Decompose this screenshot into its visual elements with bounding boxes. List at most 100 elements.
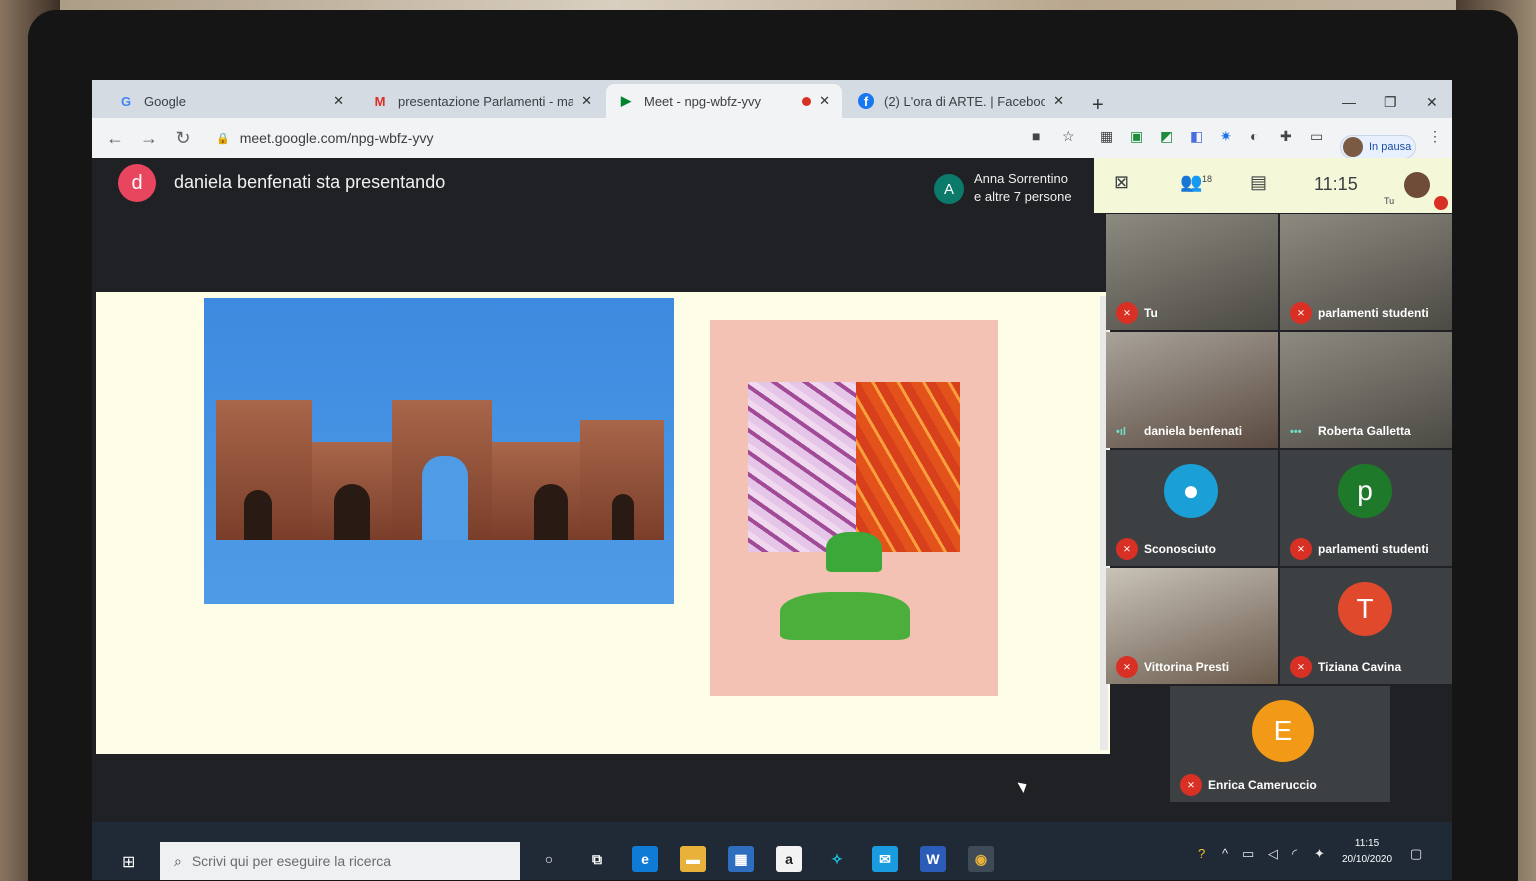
- mic-off-icon: ⨯: [1116, 302, 1138, 324]
- maximize-icon[interactable]: ❐: [1384, 94, 1397, 111]
- chrome-icon[interactable]: ◉: [968, 846, 994, 872]
- store-icon[interactable]: ▦: [728, 846, 754, 872]
- taskbar-clock[interactable]: 11:15 20/10/2020: [1342, 836, 1392, 868]
- taskbar-date: 20/10/2020: [1342, 854, 1393, 865]
- speaker-others: e altre 7 persone: [974, 189, 1072, 204]
- notification-icon[interactable]: ▢: [1410, 846, 1422, 862]
- avatar[interactable]: [1404, 172, 1430, 198]
- avatar: [1343, 137, 1363, 157]
- monitor-screen: G Google ✕ M presentazione Parlamenti - …: [92, 80, 1452, 880]
- tab-gmail[interactable]: M presentazione Parlamenti - marg ✕: [360, 84, 604, 118]
- browser-toolbar: ← → ↻ 🔒 meet.google.com/npg-wbfz-yvy: [92, 118, 1452, 158]
- close-icon[interactable]: ✕: [819, 93, 830, 109]
- participant-name: parlamenti studenti: [1318, 542, 1429, 556]
- taskbar-search[interactable]: ⌕ Scrivi qui per eseguire la ricerca: [160, 842, 520, 880]
- camera-icon[interactable]: ■: [1032, 128, 1040, 144]
- menu-icon[interactable]: ⋮: [1428, 128, 1442, 145]
- participant-tile[interactable]: ⨯ Vittorina Presti: [1106, 568, 1278, 684]
- profile-button[interactable]: In pausa: [1340, 135, 1416, 159]
- facebook-icon: f: [858, 93, 874, 109]
- participant-tile[interactable]: ••• Roberta Galletta: [1280, 332, 1452, 448]
- mail-icon[interactable]: ✉: [872, 846, 898, 872]
- amazon-icon[interactable]: a: [776, 846, 802, 872]
- mic-off-icon: ⨯: [1116, 538, 1138, 560]
- speaker-avatar: A: [934, 174, 964, 204]
- search-icon: ⌕: [174, 852, 182, 869]
- tab-label: presentazione Parlamenti - marg: [398, 93, 574, 109]
- lock-icon: 🔒: [216, 132, 230, 145]
- tab-meet[interactable]: ▶ Meet - npg-wbfz-yvy ✕: [606, 84, 842, 118]
- close-icon[interactable]: ✕: [581, 93, 592, 109]
- extension-icon[interactable]: ✷: [1220, 128, 1232, 145]
- tab-label: Meet - npg-wbfz-yvy: [644, 93, 762, 109]
- participants-count: 18: [1202, 174, 1213, 184]
- participants-grid: ⨯ Tu ⨯ parlamenti studenti •ıl daniela b…: [1106, 214, 1452, 880]
- google-icon: G: [120, 93, 132, 109]
- cortana-icon[interactable]: ○: [536, 846, 562, 872]
- tab-facebook[interactable]: f (2) L'ora di ARTE. | Facebook ✕: [846, 84, 1076, 118]
- participant-tile[interactable]: ⨯ Tu: [1106, 214, 1278, 330]
- dropbox-icon[interactable]: ✦: [1314, 846, 1325, 862]
- mic-off-icon: ⨯: [1180, 774, 1202, 796]
- wifi-icon[interactable]: ◜: [1292, 846, 1297, 862]
- new-tab-button[interactable]: +: [1092, 94, 1104, 117]
- cast-icon[interactable]: ▭: [1310, 128, 1323, 145]
- extension-icon[interactable]: ◩: [1160, 128, 1173, 145]
- participant-name: Tiziana Cavina: [1318, 660, 1402, 674]
- participant-tile[interactable]: •ıl daniela benfenati: [1106, 332, 1278, 448]
- presenter-avatar: d: [118, 164, 156, 202]
- self-label: Tu: [1384, 196, 1395, 206]
- address-bar[interactable]: 🔒 meet.google.com/npg-wbfz-yvy: [216, 130, 976, 146]
- layout-icon[interactable]: ⊠: [1114, 172, 1129, 193]
- chevron-up-icon[interactable]: ^: [1222, 846, 1228, 861]
- participant-name: Sconosciuto: [1144, 542, 1217, 556]
- task-view-icon[interactable]: ⧉: [584, 846, 610, 872]
- artwork-purple-half: [748, 382, 856, 552]
- participant-name: Roberta Galletta: [1318, 424, 1411, 438]
- participant-tile[interactable]: T ⨯ Tiziana Cavina: [1280, 568, 1452, 684]
- extension-icon[interactable]: ◧: [1190, 128, 1203, 145]
- apps-grid-icon[interactable]: ▦: [1100, 128, 1113, 145]
- classroom-icon[interactable]: ▣: [1130, 128, 1143, 145]
- bookmark-star-icon[interactable]: ☆: [1062, 128, 1075, 145]
- speaking-icon: •ıl: [1116, 426, 1126, 438]
- url-text: meet.google.com/npg-wbfz-yvy: [239, 130, 434, 146]
- close-window-icon[interactable]: ✕: [1426, 94, 1438, 111]
- battery-icon[interactable]: ▭: [1242, 846, 1254, 862]
- edge-icon[interactable]: e: [632, 846, 658, 872]
- file-explorer-icon[interactable]: ▬: [680, 846, 706, 872]
- help-icon[interactable]: ?: [1198, 846, 1205, 861]
- forward-icon[interactable]: →: [132, 128, 166, 149]
- participant-tile[interactable]: ● ⨯ Sconosciuto: [1106, 450, 1278, 566]
- people-icon[interactable]: 👥: [1180, 172, 1202, 193]
- mic-off-icon: ⨯: [1290, 656, 1312, 678]
- participant-name: parlamenti studenti: [1318, 306, 1429, 320]
- close-icon[interactable]: ✕: [1053, 93, 1064, 109]
- tab-label: Google: [144, 93, 186, 109]
- meeting-clock: 11:15: [1314, 174, 1358, 194]
- close-icon[interactable]: ✕: [333, 93, 344, 109]
- participant-tile[interactable]: p ⨯ parlamenti studenti: [1280, 450, 1452, 566]
- minimize-icon[interactable]: —: [1342, 94, 1356, 110]
- mic-off-icon: ⨯: [1290, 302, 1312, 324]
- participant-tile[interactable]: ⨯ parlamenti studenti: [1280, 214, 1452, 330]
- puzzle-icon[interactable]: ✚: [1280, 128, 1292, 145]
- artwork-image: [710, 320, 998, 696]
- extension-icon[interactable]: ◐: [1250, 128, 1258, 144]
- volume-icon[interactable]: ◁: [1268, 846, 1278, 862]
- tab-label: (2) L'ora di ARTE. | Facebook: [884, 93, 1046, 109]
- presenter-title: daniela benfenati sta presentando: [174, 172, 446, 192]
- chat-icon[interactable]: ▤: [1250, 172, 1267, 193]
- tab-google[interactable]: G Google ✕: [106, 84, 356, 118]
- back-icon[interactable]: ←: [98, 128, 132, 149]
- windows-start-icon[interactable]: ⊞: [122, 852, 135, 872]
- word-icon[interactable]: W: [920, 846, 946, 872]
- artwork-plant: [826, 532, 882, 572]
- reload-icon[interactable]: ↻: [166, 128, 200, 149]
- participant-name: Enrica Cameruccio: [1208, 778, 1317, 792]
- app-icon[interactable]: ✧: [824, 846, 850, 872]
- mic-off-icon: [1434, 196, 1448, 210]
- participant-tile[interactable]: E ⨯ Enrica Cameruccio: [1170, 686, 1390, 802]
- speaker-info: Anna Sorrentino e altre 7 persone: [974, 170, 1072, 206]
- mic-off-icon: ⨯: [1290, 538, 1312, 560]
